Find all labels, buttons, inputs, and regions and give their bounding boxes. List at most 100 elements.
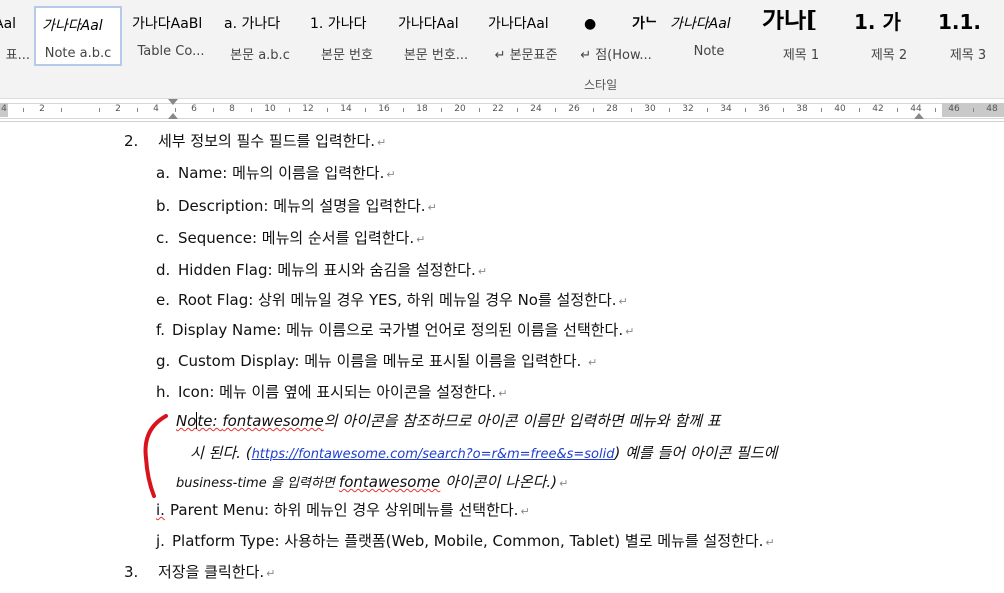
style-tile-heading-2[interactable]: 1. 가 제목 2 — [848, 6, 930, 66]
ruler-tick — [745, 108, 746, 112]
ruler-tick — [517, 108, 518, 112]
hanging-indent-marker[interactable] — [168, 113, 178, 119]
style-tile-body-number-2[interactable]: 가나다Aal 본문 번호... — [392, 6, 480, 66]
ruler-tick — [23, 108, 24, 112]
paragraph-mark-icon: ↵ — [588, 356, 598, 369]
item-label: c. — [156, 229, 170, 247]
style-name: 본문 번호... — [403, 48, 469, 63]
item-text: Hidden Flag: 메뉴의 표시와 숨김을 설정한다. — [178, 261, 476, 279]
style-group-label: 스타일 — [584, 78, 618, 92]
style-preview: 가나다AaBl — [132, 16, 203, 32]
ruler-tick — [441, 108, 442, 112]
list-item-b: b. Description: 메뉴의 설명을 입력한다. ↵ — [156, 195, 437, 219]
list-item-h: h. Icon: 메뉴 이름 옆에 표시되는 아이콘을 설정한다. ↵ — [156, 381, 507, 405]
ruler-number: 48 — [986, 104, 998, 114]
style-tile-body-standard[interactable]: 가나다Aal ↵ 본문표준 — [482, 6, 570, 66]
item-text: Root Flag: 상위 메뉴일 경우 YES, 하위 메뉴일 경우 No를 … — [178, 291, 617, 309]
style-tile-body-abc[interactable]: a. 가나다 본문 a.b.c — [218, 6, 302, 66]
item-text: Display Name: 메뉴 이름으로 국가별 언어로 정의된 이름을 선택… — [172, 321, 624, 339]
paragraph-mark-icon: ↵ — [520, 505, 530, 518]
ruler-number: 8 — [229, 104, 235, 114]
ruler-number: 30 — [644, 104, 656, 114]
style-tile-heading-1[interactable]: 가나[ 제목 1 — [756, 6, 846, 66]
right-indent-marker[interactable] — [914, 113, 924, 119]
ruler-tick — [99, 108, 100, 112]
list-item-f: f. Display Name: 메뉴 이름으로 국가별 언어로 정의된 이름을 … — [156, 319, 634, 343]
style-tile-heading-small[interactable]: 가ᄂ — [626, 6, 662, 66]
style-preview: 가나다Aal — [42, 18, 103, 34]
style-tile-table-content[interactable]: 가나다AaBl Table Co... — [126, 6, 216, 66]
note-keyword: fontawesome — [338, 473, 441, 491]
paragraph-mark-icon: ↵ — [386, 168, 396, 181]
ruler-number: 14 — [340, 104, 352, 114]
ruler-number: 10 — [264, 104, 276, 114]
first-line-indent-marker[interactable] — [168, 99, 178, 105]
ruler-tick — [707, 108, 708, 112]
ruler-number: 38 — [796, 104, 808, 114]
style-preview: 가나다Aal — [488, 16, 549, 32]
style-preview: 가나다Aal — [670, 16, 731, 32]
paragraph-mark-icon: ↵ — [427, 201, 437, 214]
document-page[interactable]: 2. 세부 정보의 필수 필드를 입력한다. ↵ a. Name: 메뉴의 이름을 입… — [0, 122, 1004, 593]
ruler-tick — [897, 108, 898, 112]
paragraph-mark-icon: ↵ — [559, 477, 569, 490]
item-label: e. — [156, 291, 170, 309]
style-name: ↵ 본문표준 — [494, 48, 558, 63]
style-preview: a. 가나다 — [224, 16, 281, 32]
note-text: 시 된다. ( — [190, 444, 252, 462]
ruler-tick — [935, 108, 936, 112]
ruler-tick — [859, 108, 860, 112]
item-label: h. — [156, 383, 171, 401]
list-item-d: d. Hidden Flag: 메뉴의 표시와 숨김을 설정한다. ↵ — [156, 259, 487, 283]
style-preview: 1.1. — [938, 12, 982, 32]
fontawesome-link[interactable]: https://fontawesome.com/search?o=r&m=fre… — [252, 447, 615, 462]
item-text: Sequence: 메뉴의 순서를 입력한다. — [178, 229, 415, 247]
item-text: Description: 메뉴의 설명을 입력한다. — [178, 197, 426, 215]
note-text: business-time 을 입력하면 — [176, 476, 339, 491]
paragraph-mark-icon: ↵ — [765, 536, 775, 549]
ruler-tick — [251, 108, 252, 112]
ruler-number: 36 — [758, 104, 770, 114]
style-tile-0[interactable]: Aal 표... — [0, 6, 30, 66]
ruler-tick — [783, 108, 784, 112]
item-label: i. — [156, 501, 165, 519]
ruler-tick — [669, 108, 670, 112]
ruler-number: 46 — [948, 104, 960, 114]
step-number: 2. — [124, 132, 139, 150]
item-label: d. — [156, 261, 171, 279]
ruler-tick — [365, 108, 366, 112]
paragraph-mark-icon: ↵ — [618, 295, 628, 308]
paragraph-mark-icon: ↵ — [266, 567, 276, 580]
horizontal-ruler[interactable]: 4 2 2 4 6 8 10 12 14 16 18 20 22 24 26 2… — [0, 99, 1004, 122]
list-item-g: g. Custom Display: 메뉴 이름을 메뉴로 표시될 이름을 입력한… — [156, 350, 597, 374]
style-tile-note-abc[interactable]: 가나다Aal Note a.b.c — [34, 6, 122, 66]
step-number: 3. — [124, 563, 139, 581]
item-text: Icon: 메뉴 이름 옆에 표시되는 아이콘을 설정한다. — [178, 383, 497, 401]
note-keyword: fontawesome — [222, 412, 324, 430]
style-name: 제목 1 — [782, 48, 820, 63]
style-name: 본문 a.b.c — [230, 48, 290, 63]
style-tile-note[interactable]: 가나다Aal Note — [664, 6, 754, 66]
ruler-tick — [973, 108, 974, 112]
paragraph-mark-icon: ↵ — [377, 136, 387, 149]
ruler-number: 2 — [115, 104, 121, 114]
ruler-tick — [61, 108, 62, 112]
ruler-number: 42 — [872, 104, 884, 114]
style-preview: 1. 가나다 — [310, 16, 367, 32]
item-label: a. — [156, 164, 170, 182]
list-item-e: e. Root Flag: 상위 메뉴일 경우 YES, 하위 메뉴일 경우 No… — [156, 289, 628, 313]
ruler-number: 18 — [416, 104, 428, 114]
item-label: b. — [156, 197, 171, 215]
style-name: 본문 번호 — [321, 48, 373, 63]
style-tile-body-number[interactable]: 1. 가나다 본문 번호 — [304, 6, 390, 66]
list-item-j: j. Platform Type: 사용하는 플랫폼(Web, Mobile, C… — [156, 530, 775, 554]
step-text: 저장을 클릭한다. — [158, 563, 265, 581]
style-tile-heading-3[interactable]: 1.1. 제목 3 — [932, 6, 1004, 66]
ruler-tick — [403, 108, 404, 112]
item-label: j. — [156, 532, 165, 550]
style-name: Table Co... — [137, 44, 205, 59]
note-text: 아이콘이 나온다.) — [440, 473, 558, 491]
list-item-i: i. Parent Menu: 하위 메뉴인 경우 상위메뉴를 선택한다. ↵ — [156, 499, 530, 523]
style-preview: 가나다Aal — [398, 16, 459, 32]
note-line-3: business-time 을 입력하면 fontawesome 아이콘이 나온… — [176, 471, 568, 495]
